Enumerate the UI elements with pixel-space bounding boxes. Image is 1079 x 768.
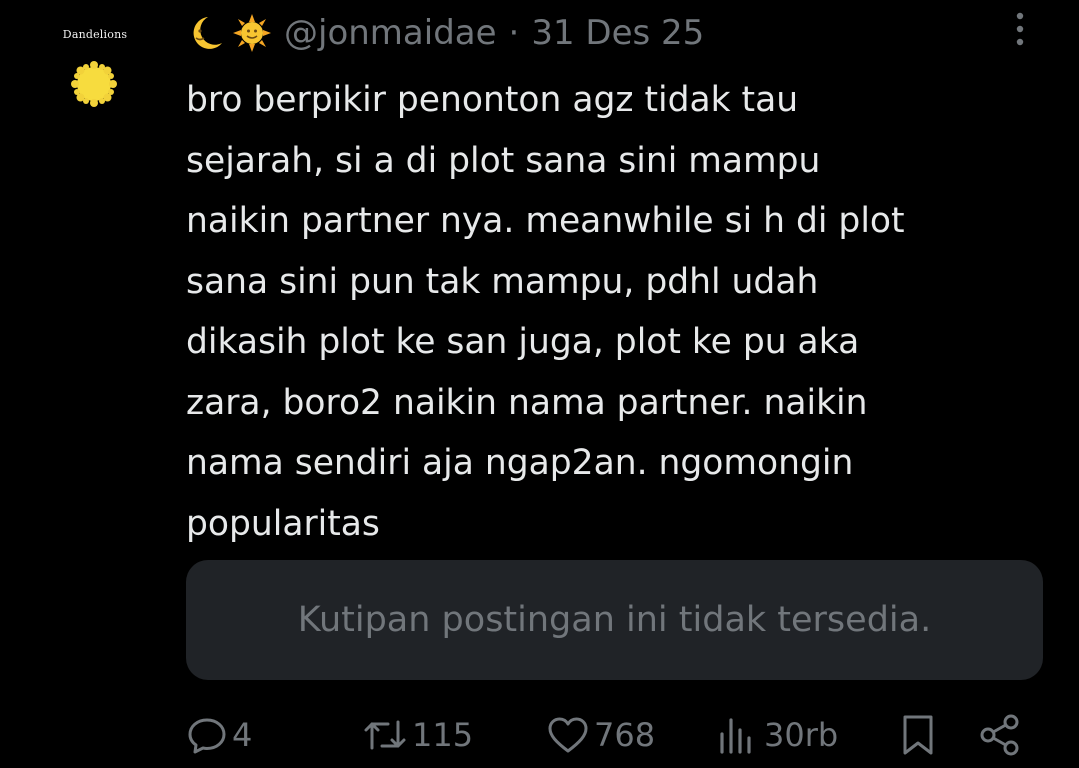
view-count: 30rb <box>764 716 839 754</box>
reply-button[interactable]: 4 <box>186 710 252 760</box>
action-bar: 4 115 768 30rb <box>186 710 1036 760</box>
more-vertical-icon[interactable] <box>1008 10 1032 50</box>
reply-icon <box>188 718 226 754</box>
tweet-header: @jonmaidae · 31 Des 25 <box>186 8 704 58</box>
repost-button[interactable]: 115 <box>362 710 473 760</box>
avatar[interactable]: Dandelions <box>50 22 140 112</box>
avatar-label: Dandelions <box>62 28 128 41</box>
like-icon <box>548 717 588 753</box>
like-count: 768 <box>594 716 656 754</box>
user-handle[interactable]: @jonmaidae <box>284 13 497 53</box>
separator-dot: · <box>508 13 520 53</box>
quote-unavailable-text: Kutipan postingan ini tidak tersedia. <box>297 600 932 640</box>
sun-avatar-icon <box>71 61 117 107</box>
repost-count: 115 <box>412 716 474 754</box>
post-date[interactable]: 31 Des 25 <box>531 13 704 53</box>
moon-emoji-icon <box>193 17 222 49</box>
bookmark-button[interactable] <box>898 710 938 760</box>
quote-unavailable-card: Kutipan postingan ini tidak tersedia. <box>186 560 1043 680</box>
tweet-text: bro berpikir penonton agz tidak tau seja… <box>186 80 905 544</box>
sun-emoji-icon <box>233 14 271 52</box>
views-button[interactable]: 30rb <box>716 710 838 760</box>
share-icon <box>980 714 1019 756</box>
like-button[interactable]: 768 <box>546 710 655 760</box>
views-icon <box>720 718 751 754</box>
repost-icon <box>364 720 406 750</box>
reply-count: 4 <box>232 716 253 754</box>
bookmark-icon <box>903 715 933 755</box>
share-button[interactable] <box>978 710 1022 760</box>
